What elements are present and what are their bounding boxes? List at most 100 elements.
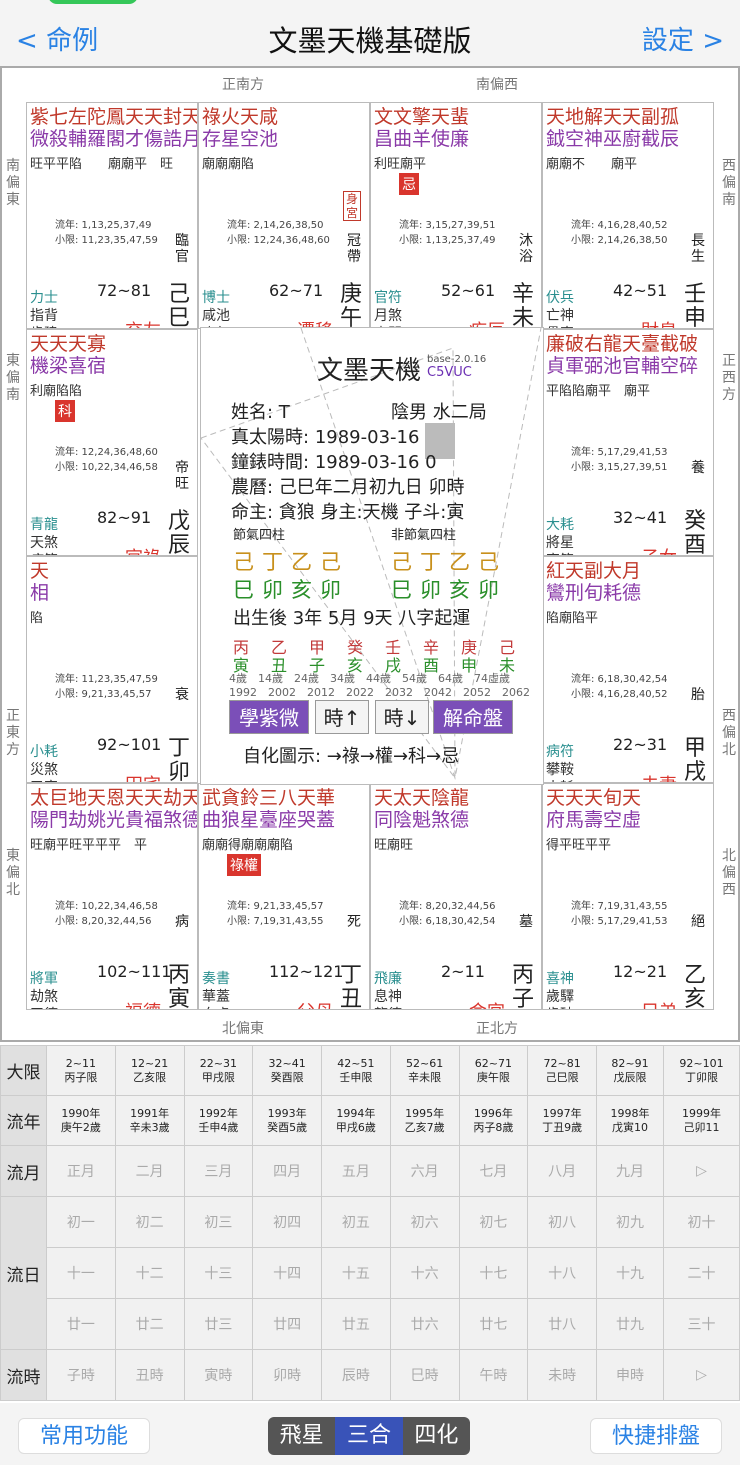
limits-cell[interactable]: 22~31 甲戌限 — [183, 1045, 254, 1096]
limits-cell[interactable]: 32~41 癸酉限 — [252, 1045, 322, 1096]
hours-cell[interactable]: 申時 — [595, 1349, 665, 1401]
palace-cell[interactable]: 天相陷流年: 11,23,35,47,59 小限: 9,21,33,45,57 92… — [26, 556, 198, 783]
hours-cell[interactable]: 丑時 — [114, 1349, 185, 1401]
months-cell[interactable]: 九月 — [595, 1145, 665, 1197]
days1-cell[interactable]: 初九 — [595, 1196, 665, 1248]
days3-cell[interactable]: 廿二 — [114, 1298, 185, 1350]
days3-cell[interactable]: 廿五 — [321, 1298, 391, 1350]
years-cell[interactable]: 1993年 癸酉5歲 — [252, 1095, 322, 1146]
mode-sanhe[interactable]: 三合 — [335, 1417, 403, 1455]
years-cell[interactable]: 1990年 庚午2歲 — [46, 1095, 116, 1146]
days1-cell[interactable]: 初七 — [458, 1196, 529, 1248]
days2-cell[interactable]: 十六 — [389, 1247, 460, 1299]
palace-cell[interactable]: 紫七左陀鳳天天封天年微殺輔羅閣才傷誥月解旺平平陷 廟廟平 旺流年: 1,13,2… — [26, 102, 198, 329]
palace-name: 田宅 — [125, 771, 161, 782]
interpret-button[interactable]: 解命盤 — [433, 700, 513, 734]
days3-cell[interactable]: 三十 — [663, 1298, 740, 1350]
years-cell[interactable]: 1991年 辛未3歲 — [114, 1095, 185, 1146]
days3-cell[interactable]: 廿九 — [595, 1298, 665, 1350]
learn-ziwei-button[interactable]: 學紫微 — [229, 700, 309, 734]
days3-cell[interactable]: 廿四 — [252, 1298, 322, 1350]
palace-cell[interactable]: 祿火天咸 存星空池 廟廟廟陷 身宮 流年: 2,14,26,38,50 小限: 12,24… — [198, 102, 370, 329]
main-stars-row2: 陽門劫姚光貴福煞德 — [30, 809, 198, 831]
days2-cell[interactable]: 二十 — [663, 1247, 740, 1299]
dir-right-bot: 北偏西 — [722, 848, 736, 898]
months-cell[interactable]: 五月 — [321, 1145, 391, 1197]
palace-cell[interactable]: 武貪鈴三八天華 曲狼星臺座哭蓋 廟廟得廟廟廟陷 祿權 流年: 9,21,33,45,57… — [198, 783, 370, 1010]
hours-cell[interactable]: 子時 — [46, 1349, 116, 1401]
common-functions-button[interactable]: 常用功能 — [18, 1418, 150, 1454]
days2-cell[interactable]: 十七 — [458, 1247, 529, 1299]
hours-cell[interactable]: 午時 — [458, 1349, 529, 1401]
days3-cell[interactable]: 廿八 — [527, 1298, 597, 1350]
days1-cell[interactable]: 初十 — [663, 1196, 740, 1248]
palace-cell[interactable]: 紅天副大月 鸞刑旬耗德 陷廟陷平 流年: 6,18,30,42,54 小限: 4,16,… — [542, 556, 714, 783]
years-cell[interactable]: 1992年 壬申4歲 — [183, 1095, 254, 1146]
palace-cell[interactable]: 天太天陰龍 同陰魁煞德 旺廟旺 流年: 8,20,32,44,56 小限: 6,18,3… — [370, 783, 542, 1010]
palace-cell[interactable]: 天天天寡 機梁喜宿 利廟陷陷科流年: 12,24,36,48,60 小限: 10,22… — [26, 329, 198, 556]
years-cell[interactable]: 1995年 乙亥7歲 — [389, 1095, 460, 1146]
days2-cell[interactable]: 十八 — [527, 1247, 597, 1299]
months-cell[interactable]: 四月 — [252, 1145, 322, 1197]
days1-cell[interactable]: 初六 — [389, 1196, 460, 1248]
quick-chart-button[interactable]: 快捷排盤 — [590, 1418, 722, 1454]
days3-cell[interactable]: 廿一 — [46, 1298, 116, 1350]
years-cell[interactable]: 1996年 丙子8歲 — [458, 1095, 529, 1146]
days2-cell[interactable]: 十三 — [183, 1247, 254, 1299]
limits-cell[interactable]: 2~11 丙子限 — [46, 1045, 116, 1096]
days1-cell[interactable]: 初八 — [527, 1196, 597, 1248]
limits-cell[interactable]: 72~81 己巳限 — [527, 1045, 597, 1096]
years-cell[interactable]: 1997年 丁丑9歲 — [527, 1095, 597, 1146]
general-star: 咸池晦氣 — [202, 307, 230, 328]
limits-cell[interactable]: 52~61 辛未限 — [389, 1045, 460, 1096]
months-cell[interactable]: 八月 — [527, 1145, 597, 1197]
palace-cell[interactable]: 廉破右龍天臺截破 貞軍弼池官輔空碎 平陷陷廟平 廟平 流年: 5,17,29,41,5… — [542, 329, 714, 556]
days1-cell[interactable]: 初一 — [46, 1196, 116, 1248]
mode-feixing[interactable]: 飛星 — [268, 1417, 335, 1455]
months-cell[interactable]: 正月 — [46, 1145, 116, 1197]
hour-down-button[interactable]: 時↓ — [375, 700, 429, 734]
days2-cell[interactable]: 十五 — [321, 1247, 391, 1299]
palace-cell[interactable]: 天地解天天副孤 鉞空神巫廚截辰 廟廟不 廟平 流年: 4,16,28,40,52 小限:… — [542, 102, 714, 329]
palace-name: 命宮 — [469, 998, 505, 1009]
days1-cell[interactable]: 初五 — [321, 1196, 391, 1248]
days3-cell[interactable]: 廿三 — [183, 1298, 254, 1350]
years-cell[interactable]: 1999年 己卯11 — [663, 1095, 740, 1146]
days2-cell[interactable]: 十一 — [46, 1247, 116, 1299]
days3-cell[interactable]: 廿六 — [389, 1298, 460, 1350]
hours-cell[interactable]: ▷ — [663, 1349, 740, 1401]
palace-cell[interactable]: 天天天旬天 府馬壽空虛 得平旺平平 流年: 7,19,31,43,55 小限: 5,17… — [542, 783, 714, 1010]
days1-cell[interactable]: 初二 — [114, 1196, 185, 1248]
days2-cell[interactable]: 十九 — [595, 1247, 665, 1299]
hours-cell[interactable]: 卯時 — [252, 1349, 322, 1401]
months-cell[interactable]: 七月 — [458, 1145, 529, 1197]
hours-cell[interactable]: 寅時 — [183, 1349, 254, 1401]
limits-cell[interactable]: 82~91 戊辰限 — [595, 1045, 665, 1096]
days1-cell[interactable]: 初三 — [183, 1196, 254, 1248]
limits-cell[interactable]: 62~71 庚午限 — [458, 1045, 529, 1096]
limits-cell[interactable]: 92~101 丁卯限 — [663, 1045, 740, 1096]
settings-button[interactable]: 設定 > — [642, 20, 724, 57]
months-cell[interactable]: 六月 — [389, 1145, 460, 1197]
hour-up-button[interactable]: 時↑ — [315, 700, 369, 734]
years-cell[interactable]: 1994年 甲戌6歲 — [321, 1095, 391, 1146]
small-limit-text: 小限: 4,16,28,40,52 — [571, 689, 668, 700]
months-cell[interactable]: 三月 — [183, 1145, 254, 1197]
palace-cell[interactable]: 太巨地天恩天天劫天 陽門劫姚光貴福煞德 旺廟平旺平平平 平流年: 10,22,34,… — [26, 783, 198, 1010]
years-cell[interactable]: 1998年 戊寅10 — [595, 1095, 665, 1146]
limits-cell[interactable]: 12~21 乙亥限 — [114, 1045, 185, 1096]
days2-cell[interactable]: 十二 — [114, 1247, 185, 1299]
hours-cell[interactable]: 未時 — [527, 1349, 597, 1401]
hours-cell[interactable]: 巳時 — [389, 1349, 460, 1401]
row-label: 流月 — [0, 1145, 47, 1197]
hours-cell[interactable]: 辰時 — [321, 1349, 391, 1401]
limits-cell[interactable]: 42~51 壬申限 — [321, 1045, 391, 1096]
days3-cell[interactable]: 廿七 — [458, 1298, 529, 1350]
mode-sihua[interactable]: 四化 — [403, 1417, 470, 1455]
days1-cell[interactable]: 初四 — [252, 1196, 322, 1248]
months-cell[interactable]: 二月 — [114, 1145, 185, 1197]
palace-cell[interactable]: 文文擎天蜚 昌曲羊使廉 利旺廟平忌流年: 3,15,27,39,51 小限: 1,13… — [370, 102, 542, 329]
code-text: C5VUC — [427, 365, 472, 380]
days2-cell[interactable]: 十四 — [252, 1247, 322, 1299]
months-cell[interactable]: ▷ — [663, 1145, 740, 1197]
